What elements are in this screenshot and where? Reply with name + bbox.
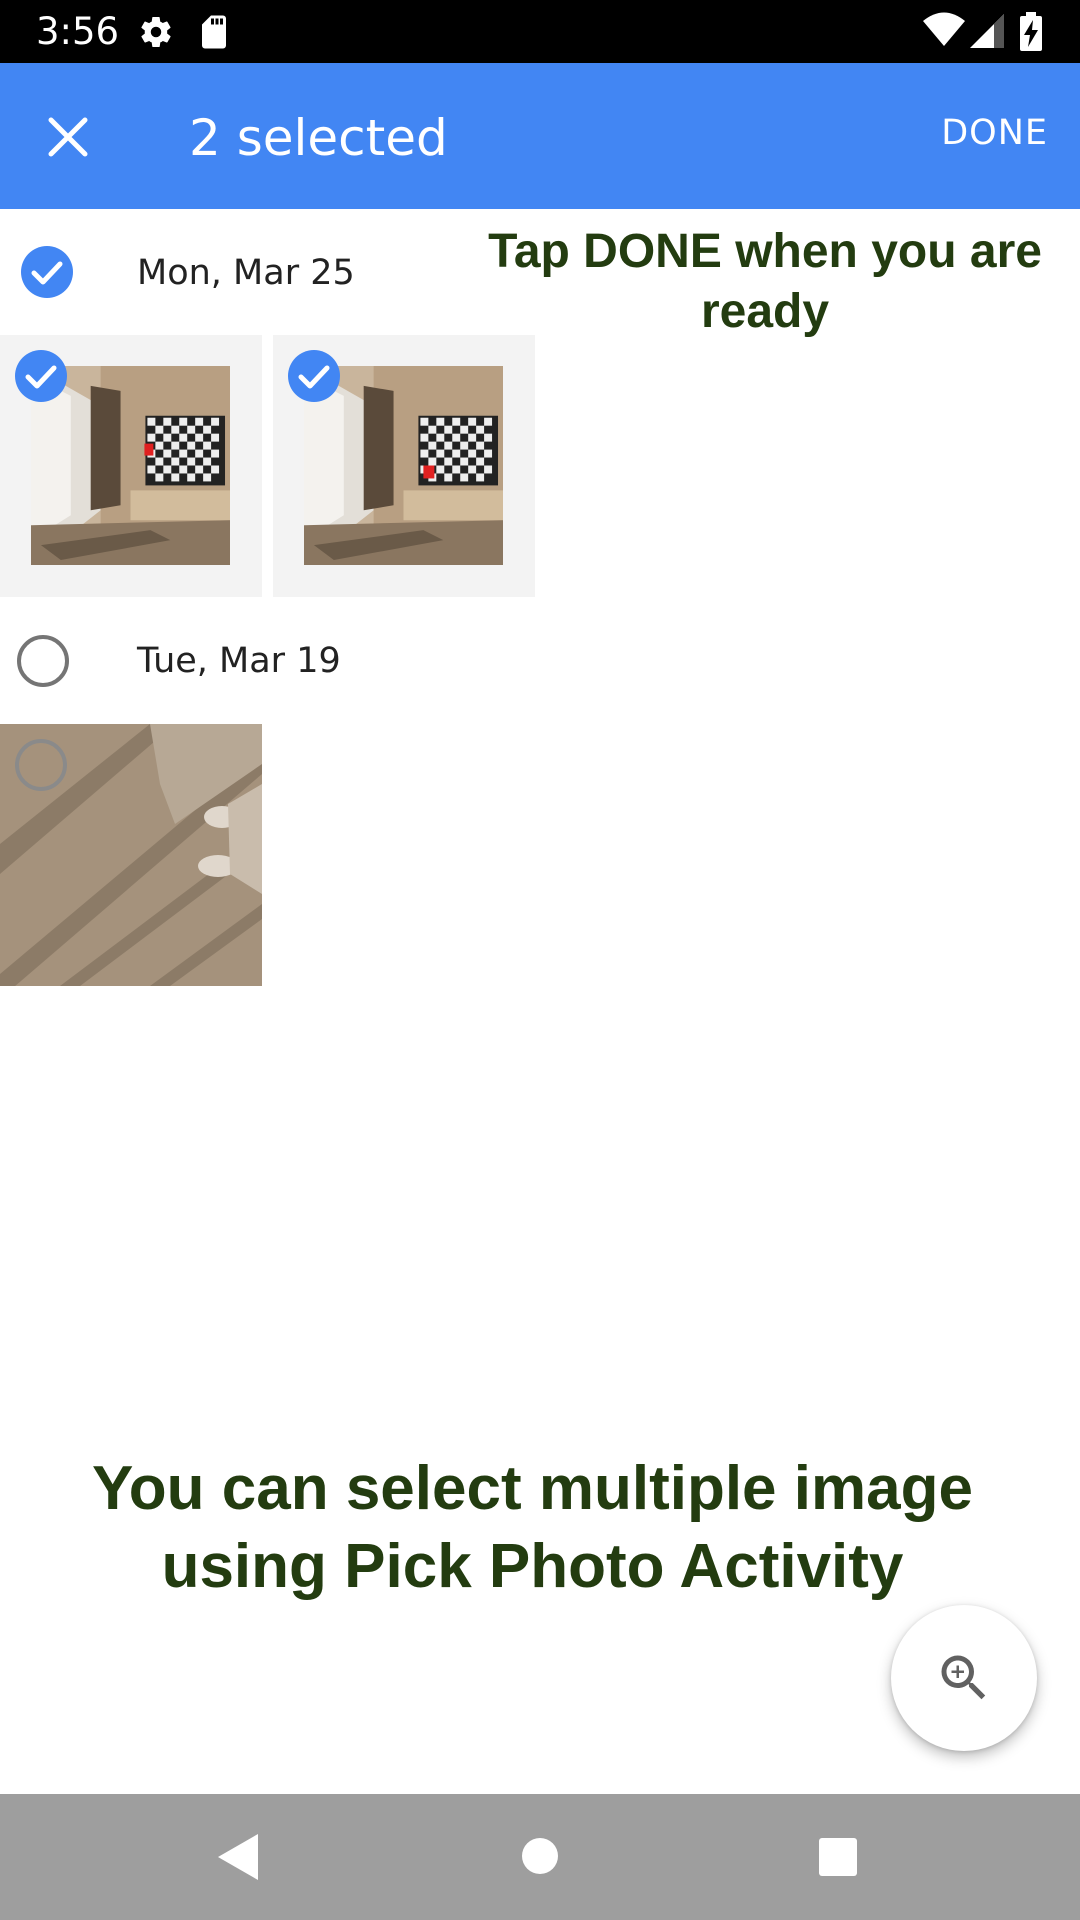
photo-select-checkbox[interactable] (14, 738, 68, 797)
cell-signal-icon (968, 12, 1006, 55)
gear-icon (138, 14, 174, 55)
app-bar: 2 selected DONE (0, 63, 1080, 209)
checked-circle-icon (21, 246, 73, 298)
date-header-tue-mar-19: Tue, Mar 19 (137, 641, 341, 681)
recents-icon (819, 1838, 857, 1876)
date-select-checkbox-mon-mar-25[interactable] (20, 245, 74, 304)
recents-button[interactable] (818, 1837, 858, 1882)
photo-tile[interactable] (0, 335, 262, 597)
sd-card-icon (198, 14, 230, 55)
navigation-bar (0, 1794, 1080, 1920)
home-icon (522, 1838, 558, 1874)
close-button[interactable] (32, 101, 104, 173)
done-button[interactable]: DONE (941, 113, 1048, 153)
done-hint-line-2: ready (700, 285, 830, 338)
unchecked-circle-icon (17, 635, 69, 687)
back-icon (218, 1834, 258, 1880)
done-hint-annotation: Tap DONE when you are ready (450, 222, 1080, 342)
multi-select-annotation: You can select multiple image using Pick… (0, 1450, 1065, 1606)
home-button[interactable] (521, 1837, 559, 1880)
status-time: 3:56 (36, 10, 120, 53)
zoom-button[interactable] (891, 1605, 1037, 1751)
zoom-in-icon (941, 1655, 986, 1700)
photo-tile[interactable] (0, 724, 262, 986)
done-hint-line-1: Tap DONE when you are (488, 225, 1042, 278)
close-icon (48, 117, 88, 157)
checked-circle-icon (15, 350, 67, 402)
selection-count-title: 2 selected (189, 109, 448, 167)
unchecked-circle-icon (15, 739, 67, 791)
photo-select-checkbox[interactable] (287, 349, 341, 408)
checked-circle-icon (288, 350, 340, 402)
photo-tile[interactable] (273, 335, 535, 597)
wifi-icon (922, 12, 966, 53)
photo-select-checkbox[interactable] (14, 349, 68, 408)
date-header-mon-mar-25: Mon, Mar 25 (137, 253, 355, 293)
multi-select-line-1: You can select multiple image (92, 1454, 973, 1523)
back-button[interactable] (216, 1832, 260, 1887)
multi-select-line-2: using Pick Photo Activity (161, 1532, 904, 1601)
battery-charging-icon (1019, 12, 1043, 57)
date-select-checkbox-tue-mar-19[interactable] (16, 634, 70, 693)
status-bar: 3:56 (0, 0, 1080, 63)
